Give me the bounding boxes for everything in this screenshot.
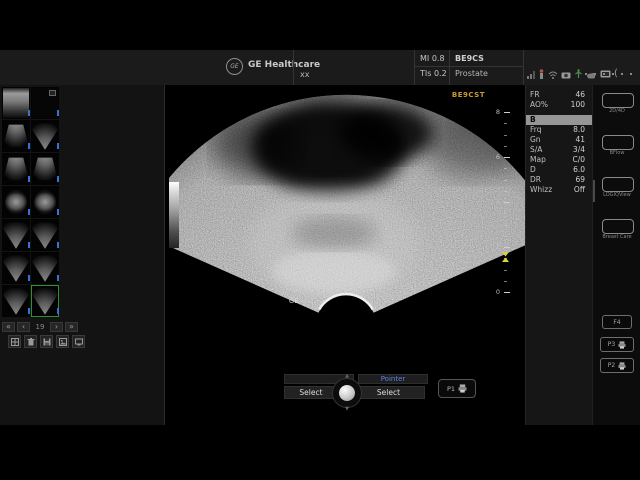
wireless-icon [548,70,558,79]
prev-page-button[interactable]: ‹ [17,322,30,332]
param-row: B [526,115,593,125]
param-row: Frq8.0 [526,125,593,135]
brand-title: GE Healthcare [248,60,320,70]
mode-button-2d4d[interactable] [602,93,634,108]
mode-button-breastcare[interactable] [602,219,634,234]
param-row: WhizzOff [526,185,593,195]
thumbnail[interactable] [2,252,30,284]
thumbnail[interactable] [2,120,30,152]
next-page-button[interactable]: › [50,322,63,332]
probe-name: BE9CS [455,54,484,63]
clipboard-panel: « ‹ 19 › » [0,85,165,425]
divider [414,66,523,67]
menu-dots-handle[interactable] [585,73,632,75]
page-indicator: 19 [32,323,48,331]
network-icon [574,69,583,79]
first-page-button[interactable]: « [2,322,15,332]
thumbnail[interactable] [2,87,30,119]
mi-readout: MI 0.8 [420,54,445,63]
scrollbar-thumb[interactable] [593,180,595,202]
param-row: MapC/0 [526,155,593,165]
mode-button-breastcare-label: Breast Care [593,234,640,240]
divider [523,50,524,85]
printer-icon [618,341,626,349]
thumbnail[interactable] [2,153,30,185]
thumbnail[interactable] [31,285,59,317]
printer-icon [458,384,467,393]
clipboard-toolbar [8,335,85,348]
main-content: « ‹ 19 › » [0,85,640,425]
select-right-button[interactable]: Select [352,386,425,399]
thumbnail-grid [2,87,62,318]
grayscale-bar [169,182,179,248]
mode-button-2d4d-label: 2D/4D [593,108,640,114]
grid-view-button[interactable] [8,335,21,348]
mode-button-logiqview-label: LOGIQView [593,192,640,198]
ge-logo-icon: GE [226,58,243,75]
printer-icon [618,362,626,370]
thumbnail[interactable] [31,252,59,284]
tis-readout: TIs 0.2 [420,69,447,78]
thumbnail[interactable] [2,186,30,218]
last-page-button[interactable]: » [65,322,78,332]
ultrasound-screen: GE GE Healthcare xx MI 0.8 TIs 0.2 BE9CS… [0,0,640,480]
image-button[interactable] [56,335,69,348]
title-bar: GE GE Healthcare xx MI 0.8 TIs 0.2 BE9CS… [0,50,640,86]
thumbnail[interactable] [31,87,59,119]
thumbnail[interactable] [31,153,59,185]
patient-id-field[interactable]: xx [300,70,309,79]
mode-button-logiqview[interactable] [602,177,634,192]
f4-button[interactable]: F4 [602,315,632,329]
save-button[interactable] [40,335,53,348]
p3-print-button[interactable]: P3 [600,337,634,352]
thumbnail[interactable] [31,120,59,152]
p1-print-button[interactable]: P1 [438,379,476,398]
param-row: D6.0 [526,165,593,175]
overview-button[interactable] [72,335,85,348]
mode-button-bflow-label: BFlow [593,150,640,156]
signal-icon [527,70,535,79]
mode-button-bflow[interactable] [602,135,634,150]
thumbnail[interactable] [2,285,30,317]
param-row: Gn41 [526,135,593,145]
param-row: S/A3/4 [526,145,593,155]
trackball-icon: ▲ ▼ [332,378,362,408]
thumbnail[interactable] [2,219,30,251]
param-row: AO%100 [526,100,593,110]
param-row: DR69 [526,175,593,185]
imaging-params-panel: FR46AO%100 BFrq8.0Gn41S/A3/4MapC/0D6.0DR6… [525,85,593,425]
divider [293,50,294,85]
ge-watermark: GE [289,297,299,305]
p2-print-button[interactable]: P2 [600,358,634,373]
select-left-button[interactable]: Select [284,386,338,399]
param-row: FR46 [526,90,593,100]
preset-name: Prostate [455,69,488,78]
divider [414,50,415,85]
thumbnail[interactable] [31,219,59,251]
delete-button[interactable] [24,335,37,348]
divider [449,50,450,85]
thumbnail[interactable] [31,186,59,218]
ultrasound-image-area: BE9CST GE 86420 Pointer Select Select ▲ … [165,85,525,425]
probe-icon [538,69,545,79]
camera-icon [561,71,571,79]
probe-label: BE9CST [435,91,485,99]
side-button-column: 2D/4D BFlow LOGIQView Breast Care F4 P3 … [592,85,640,425]
focus-marker-icon [502,252,509,262]
pointer-mode-button[interactable]: Pointer [358,374,428,384]
